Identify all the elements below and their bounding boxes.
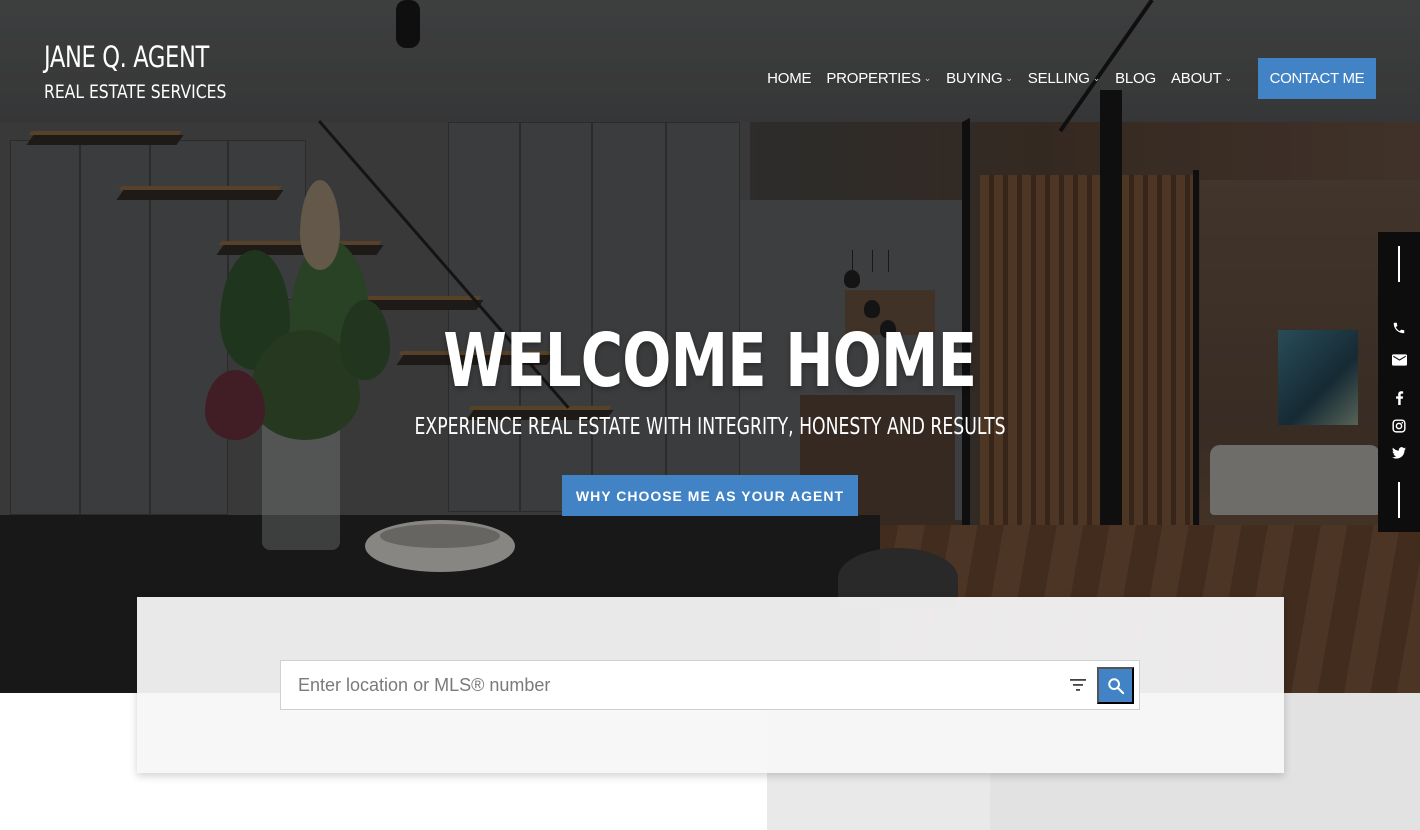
search-bar (280, 660, 1140, 710)
main-nav: HOME PROPERTIES ⌄ BUYING ⌄ SELLING ⌄ BLO… (752, 58, 1376, 99)
divider (1398, 246, 1400, 282)
nav-item-label: PROPERTIES (826, 70, 921, 87)
nav-item-about[interactable]: ABOUT ⌄ (1171, 70, 1232, 87)
nav-item-blog[interactable]: BLOG (1115, 70, 1156, 87)
chevron-down-icon: ⌄ (1224, 73, 1233, 83)
hero-subtitle: EXPERIENCE REAL ESTATE WITH INTEGRITY, H… (0, 414, 1420, 440)
nav-item-label: HOME (767, 70, 812, 87)
chevron-down-icon: ⌄ (923, 73, 932, 83)
nav-item-label: SELLING (1027, 70, 1090, 87)
nav-item-buying[interactable]: BUYING ⌄ (946, 70, 1013, 87)
chevron-down-icon: ⌄ (1092, 73, 1101, 83)
chevron-down-icon: ⌄ (1005, 73, 1013, 83)
email-icon[interactable] (1389, 350, 1409, 370)
hero-subtitle-text: EXPERIENCE REAL ESTATE WITH INTEGRITY, H… (414, 414, 1006, 440)
hero-title-text: WELCOME HOME (443, 318, 977, 404)
why-choose-me-button[interactable]: WHY CHOOSE ME AS YOUR AGENT (562, 475, 858, 516)
filter-icon[interactable] (1066, 673, 1090, 697)
nav-item-label: BLOG (1115, 70, 1156, 87)
instagram-icon[interactable] (1389, 416, 1409, 436)
nav-item-properties[interactable]: PROPERTIES ⌄ (826, 70, 931, 87)
search-icon (1107, 677, 1125, 695)
social-sidebar (1378, 232, 1420, 532)
facebook-icon[interactable] (1389, 388, 1409, 408)
divider (1398, 482, 1400, 518)
nav-item-label: BUYING (946, 70, 1003, 87)
phone-icon[interactable] (1389, 318, 1409, 338)
brand-logo[interactable]: JANE Q. AGENT REAL ESTATE SERVICES (44, 40, 266, 103)
hero-title: WELCOME HOME (0, 318, 1420, 404)
contact-me-button[interactable]: CONTACT ME (1258, 58, 1376, 99)
nav-item-selling[interactable]: SELLING ⌄ (1027, 70, 1101, 87)
brand-tagline: REAL ESTATE SERVICES (44, 81, 227, 103)
search-input[interactable] (281, 661, 1051, 709)
nav-item-home[interactable]: HOME (767, 70, 811, 87)
twitter-icon[interactable] (1389, 443, 1409, 463)
search-button[interactable] (1097, 667, 1134, 704)
brand-name: JANE Q. AGENT (44, 40, 209, 74)
nav-item-label: ABOUT (1170, 70, 1222, 87)
